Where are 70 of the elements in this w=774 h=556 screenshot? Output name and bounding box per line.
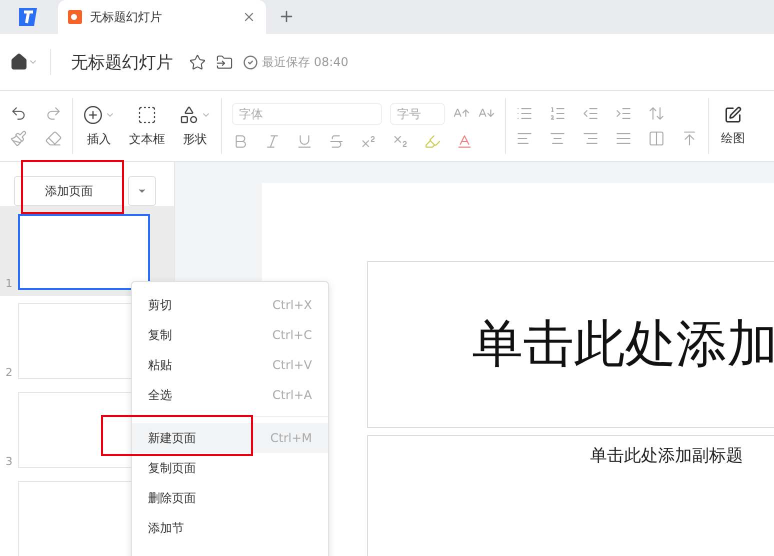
plus-circle-icon bbox=[83, 104, 103, 124]
menu-item[interactable]: 复制 Ctrl+C bbox=[132, 320, 328, 350]
align-center-icon[interactable] bbox=[549, 130, 566, 147]
move-to-folder-icon[interactable] bbox=[216, 54, 233, 70]
toolbar-button[interactable]: 插入 bbox=[83, 104, 115, 148]
menu-label: 添加节 bbox=[148, 520, 184, 536]
outdent-icon[interactable] bbox=[582, 105, 599, 122]
menu-item[interactable]: 新建页面 Ctrl+M bbox=[132, 423, 328, 453]
menu-label: 粘贴 bbox=[148, 356, 172, 374]
font-color-icon[interactable] bbox=[456, 132, 473, 150]
toolbar-button[interactable]: 绘图 bbox=[721, 106, 745, 146]
menu-label: 剪切 bbox=[148, 296, 172, 314]
menu-label: 新建页面 bbox=[148, 430, 196, 446]
app-logo[interactable] bbox=[16, 6, 40, 28]
menu-label: 复制 bbox=[148, 326, 172, 344]
text-box-icon bbox=[137, 104, 157, 124]
add-page-button[interactable]: 添加页面 bbox=[14, 176, 124, 206]
check-circle-icon bbox=[243, 54, 258, 70]
save-status: 最近保存 08:40 bbox=[262, 54, 348, 70]
menu-item[interactable]: 粘贴 Ctrl+V bbox=[132, 350, 328, 380]
menu-item[interactable]: 删除页面 bbox=[132, 483, 328, 513]
toolbar-button[interactable]: 文本框 bbox=[129, 104, 165, 148]
numbered-list-icon[interactable] bbox=[549, 105, 566, 122]
menu-label: 复制页面 bbox=[148, 460, 196, 476]
title-placeholder[interactable]: 单击此处添加 bbox=[367, 261, 774, 428]
menu-item[interactable]: 全选 Ctrl+A bbox=[132, 380, 328, 410]
shortcut-text: Ctrl+M bbox=[270, 431, 312, 445]
format-painter-icon[interactable] bbox=[10, 130, 27, 147]
subtitle-placeholder[interactable]: 单击此处添加副标题 bbox=[367, 435, 774, 556]
align-left-icon[interactable] bbox=[516, 130, 533, 147]
shortcut-text: Ctrl+X bbox=[272, 298, 312, 312]
font-size-field[interactable]: 字号 bbox=[390, 102, 445, 124]
toolbar-button[interactable]: 形状 bbox=[179, 104, 211, 148]
new-tab-icon[interactable] bbox=[278, 8, 295, 25]
document-tab[interactable]: 无标题幻灯片 bbox=[58, 0, 266, 34]
font-field[interactable]: 字体 bbox=[232, 102, 382, 124]
line-spacing-icon[interactable] bbox=[648, 105, 665, 122]
shortcut-text: Ctrl+A bbox=[272, 388, 312, 402]
redo-icon[interactable] bbox=[45, 105, 62, 122]
indent-icon[interactable] bbox=[615, 105, 632, 122]
document-title: 无标题幻灯片 bbox=[71, 52, 173, 74]
highlighter-icon[interactable] bbox=[424, 132, 441, 150]
close-icon[interactable] bbox=[242, 10, 256, 24]
justify-icon[interactable] bbox=[615, 130, 632, 147]
star-icon[interactable] bbox=[189, 54, 206, 70]
eraser-icon[interactable] bbox=[45, 130, 62, 147]
shortcut-text: Ctrl+C bbox=[272, 328, 312, 342]
slide-number: 1 bbox=[4, 277, 14, 290]
shortcut-text: Ctrl+V bbox=[272, 358, 312, 372]
pen-square-icon bbox=[724, 106, 742, 124]
menu-item[interactable]: 复制页面 bbox=[132, 453, 328, 483]
menu-label: 删除页面 bbox=[148, 490, 196, 506]
underline-icon[interactable] bbox=[296, 132, 313, 150]
slide-thumbnail[interactable] bbox=[18, 214, 150, 290]
slide-number: 2 bbox=[4, 366, 14, 379]
undo-icon[interactable] bbox=[10, 105, 27, 122]
tab-title: 无标题幻灯片 bbox=[90, 8, 163, 26]
menu-item[interactable]: 剪切 Ctrl+X bbox=[132, 290, 328, 320]
slides-file-icon bbox=[68, 10, 82, 24]
menu-item[interactable]: 添加节 bbox=[132, 513, 328, 543]
align-right-icon[interactable] bbox=[582, 130, 599, 147]
slide-number: 3 bbox=[4, 455, 14, 468]
home-icon[interactable] bbox=[10, 53, 28, 71]
dropdown-button[interactable] bbox=[128, 176, 156, 206]
italic-icon[interactable] bbox=[264, 132, 281, 150]
shapes-icon bbox=[179, 104, 199, 124]
align-top-icon[interactable] bbox=[681, 130, 698, 147]
distribute-icon[interactable] bbox=[648, 130, 665, 147]
menu-label: 全选 bbox=[148, 386, 172, 404]
strikethrough-icon[interactable] bbox=[328, 132, 345, 150]
